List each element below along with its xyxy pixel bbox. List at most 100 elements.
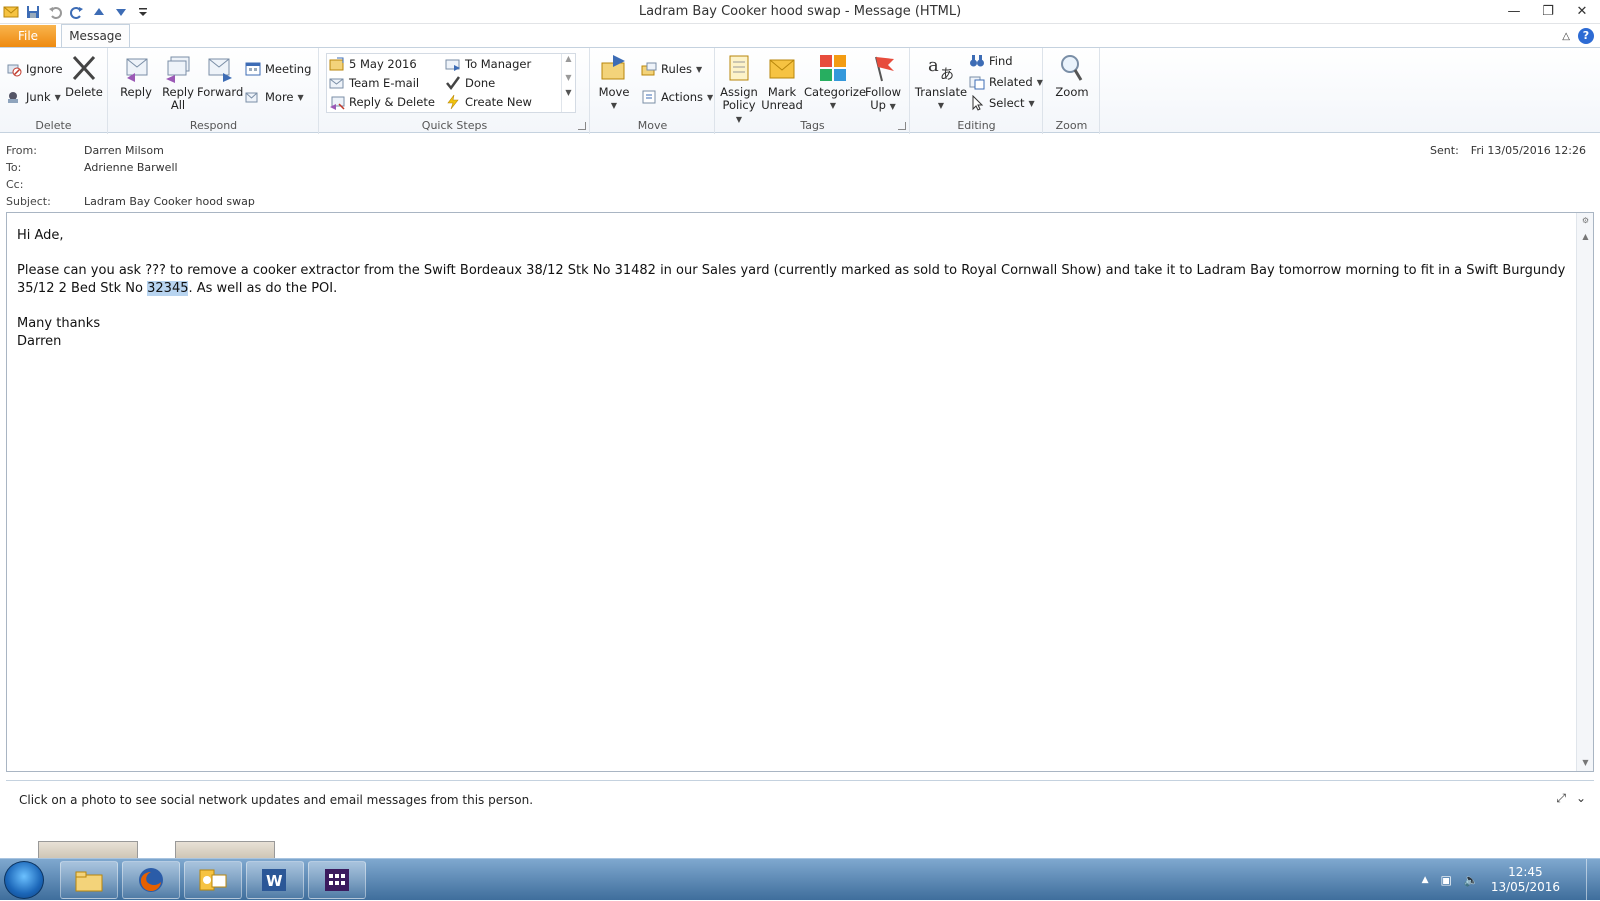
to-row: To: Adrienne Barwell (6, 161, 178, 174)
selected-text: 32345 (147, 281, 189, 296)
close-icon[interactable]: ✕ (1572, 2, 1592, 20)
group-label-zoom: Zoom (1055, 119, 1088, 132)
body-scrollbar[interactable]: ⚙ ▲ ▼ (1576, 213, 1593, 771)
minimize-icon[interactable]: — (1504, 2, 1524, 20)
tags-group: Assign Policy ▼ Mark Unread Categorize ▼… (716, 48, 910, 134)
scroll-up-icon[interactable]: ▲ (562, 54, 575, 63)
svg-text:a: a (928, 55, 939, 76)
cursor-arrow-icon (969, 95, 985, 111)
collapse-ribbon-icon[interactable]: △ (1562, 31, 1570, 42)
assign-policy-icon (723, 52, 755, 84)
scroll-down-icon[interactable]: ▼ (1577, 755, 1594, 771)
chevron-down-icon[interactable]: ⌄ (1576, 791, 1586, 806)
quick-step-reply-delete[interactable]: Reply & Delete (329, 93, 435, 111)
cc-row: Cc: (6, 178, 24, 191)
reply-icon (120, 52, 152, 84)
actions-button[interactable]: Actions ▼ (641, 88, 713, 106)
quick-step-done[interactable]: Done (445, 74, 495, 92)
quick-steps-scrollbar[interactable]: ▲ ▼ ▼ (561, 54, 575, 112)
taskbar-explorer[interactable] (60, 861, 118, 899)
help-icon[interactable]: ? (1578, 28, 1594, 44)
scroll-up-icon[interactable]: ▲ (1577, 229, 1594, 245)
greeting: Hi Ade, (17, 228, 64, 243)
more-respond-button[interactable]: More ▼ (245, 88, 304, 106)
chevron-down-icon: ▼ (610, 101, 618, 110)
ribbon-options: △ ? (1562, 28, 1594, 44)
start-button-windows-icon[interactable] (4, 861, 44, 899)
dialog-launcher-icon[interactable] (578, 122, 586, 130)
subject-row: Subject: Ladram Bay Cooker hood swap (6, 195, 255, 208)
reply-all-button[interactable]: Reply All (157, 52, 199, 112)
tab-file[interactable]: File (0, 25, 56, 47)
assign-policy-button[interactable]: Assign Policy ▼ (718, 52, 760, 126)
categorize-button[interactable]: Categorize ▼ (804, 52, 866, 112)
clock[interactable]: 12:45 13/05/2016 (1491, 865, 1560, 895)
zoom-button[interactable]: Zoom (1050, 52, 1094, 99)
delete-button[interactable]: Delete (64, 52, 104, 99)
chevron-down-icon: ▼ (696, 64, 703, 74)
ribbon: Ignore Junk ▼ Delete Delete Reply Reply … (0, 47, 1600, 134)
gallery-expand-icon[interactable]: ▼ (562, 88, 575, 97)
related-icon (969, 74, 985, 90)
select-button[interactable]: Select ▼ (969, 94, 1035, 112)
find-button[interactable]: Find (969, 52, 1013, 70)
team-email-icon (329, 75, 345, 91)
group-label-quick-steps: Quick Steps (421, 119, 488, 132)
to-value[interactable]: Adrienne Barwell (84, 161, 178, 174)
move-button[interactable]: Move ▼ (597, 52, 631, 112)
show-desktop-button[interactable] (1586, 859, 1600, 901)
scroll-down-icon[interactable]: ▼ (562, 73, 575, 82)
ignore-button[interactable]: Ignore (6, 60, 63, 78)
quick-step-create-new[interactable]: Create New (445, 93, 532, 111)
group-label-tags: Tags (800, 119, 825, 132)
taskbar-outlook[interactable] (184, 861, 242, 899)
forward-icon (204, 52, 236, 84)
svg-text:あ: あ (940, 67, 954, 83)
ignore-icon (6, 61, 22, 77)
taskbar-word[interactable]: W (246, 861, 304, 899)
binoculars-icon (969, 53, 985, 69)
from-value[interactable]: Darren Milsom (84, 144, 164, 157)
people-pane-hint: Click on a photo to see social network u… (19, 793, 534, 807)
system-tray: ▲ ▣ 🔈 12:45 13/05/2016 (1422, 865, 1560, 895)
contact-photo-sender[interactable] (38, 841, 138, 859)
closing: Many thanks (17, 316, 101, 331)
zoom-group: Zoom Zoom (1044, 48, 1100, 134)
quick-step-to-manager[interactable]: To Manager (445, 55, 531, 73)
rules-button[interactable]: Rules ▼ (641, 60, 702, 78)
restore-icon[interactable]: ❐ (1538, 2, 1558, 20)
taskbar-firefox[interactable] (122, 861, 180, 899)
reply-button[interactable]: Reply (115, 52, 157, 99)
tab-message[interactable]: Message (61, 24, 130, 48)
chevron-down-icon: ▼ (707, 92, 714, 102)
signature: Darren (17, 334, 62, 349)
translate-button[interactable]: aあ Translate ▼ (913, 52, 969, 112)
mark-unread-button[interactable]: Mark Unread (760, 52, 804, 112)
group-label-editing: Editing (957, 119, 996, 132)
expand-icon[interactable]: ⤢ (1556, 791, 1566, 806)
window-controls: — ❐ ✕ (1504, 2, 1592, 20)
network-icon[interactable]: ▣ (1441, 873, 1452, 887)
mark-unread-envelope-icon (766, 52, 798, 84)
scroll-settings-icon[interactable]: ⚙ (1577, 213, 1594, 229)
junk-button[interactable]: Junk ▼ (6, 88, 61, 106)
quick-step-5-may-2016[interactable]: 5 May 2016 (329, 55, 417, 73)
contact-photo-recipient[interactable] (175, 841, 275, 859)
svg-text:W: W (266, 872, 283, 890)
dialog-launcher-icon[interactable] (898, 122, 906, 130)
junk-icon (6, 89, 22, 105)
magnifier-icon (1056, 52, 1088, 84)
volume-icon[interactable]: 🔈 (1464, 873, 1479, 887)
chevron-down-icon: ▼ (297, 92, 304, 102)
quick-steps-gallery: 5 May 2016 Team E-mail Reply & Delete To… (326, 53, 576, 113)
forward-button[interactable]: Forward (197, 52, 243, 99)
categorize-squares-icon (817, 52, 849, 84)
taskbar-calendar-app[interactable] (308, 861, 366, 899)
quick-step-team-email[interactable]: Team E-mail (329, 74, 419, 92)
related-button[interactable]: Related ▼ (969, 73, 1043, 91)
message-body[interactable]: Hi Ade, Please can you ask ??? to remove… (6, 212, 1594, 772)
show-hidden-icons-icon[interactable]: ▲ (1422, 875, 1429, 885)
follow-up-button[interactable]: Follow Up ▼ (862, 52, 904, 113)
folder-icon (75, 871, 103, 892)
meeting-button[interactable]: Meeting (245, 60, 311, 78)
